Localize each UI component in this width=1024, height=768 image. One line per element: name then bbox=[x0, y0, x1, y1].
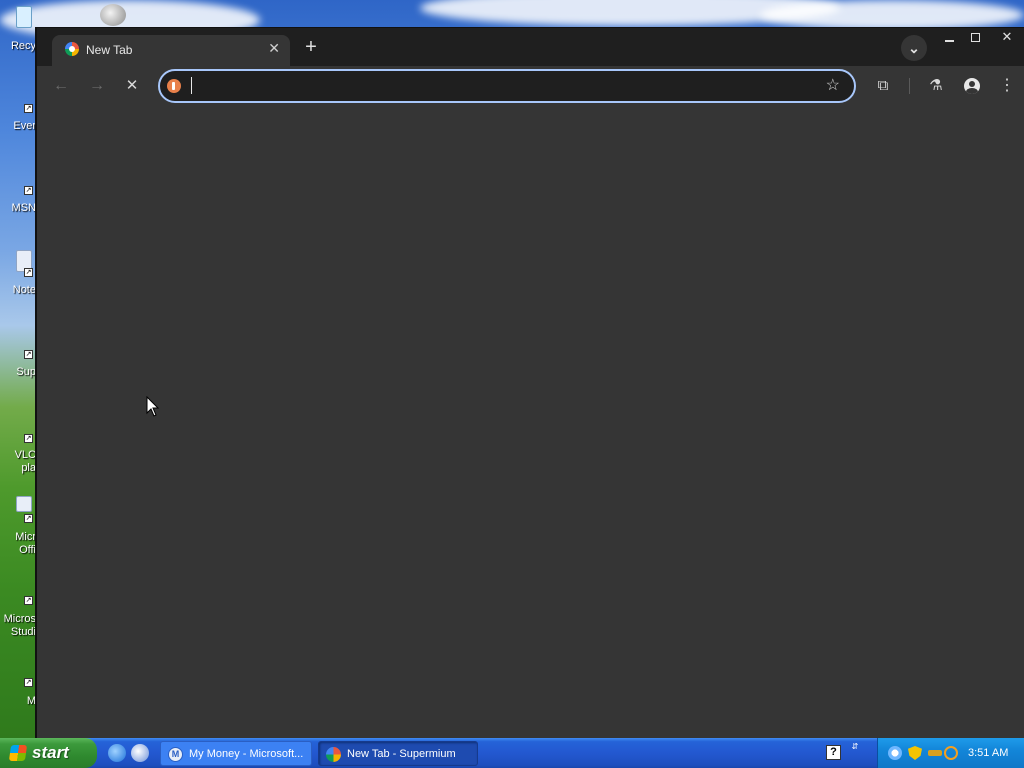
minimize-icon bbox=[944, 39, 954, 42]
desktop-icon-label: Studi bbox=[10, 626, 36, 638]
desktop-icon-label: VLC bbox=[14, 449, 36, 461]
desktop-icon-m[interactable]: ↗ M bbox=[0, 666, 36, 716]
taskbar: start M My Money - Microsoft... New Tab … bbox=[0, 738, 1024, 768]
desktop-icon-studio[interactable]: ↗ Micros Studi bbox=[0, 584, 36, 644]
browser-toolbar: ← → ✕ ☆ ⧉ ⚗ ⋮ bbox=[37, 66, 1024, 106]
quick-launch-icon[interactable] bbox=[131, 744, 149, 762]
stop-loading-button[interactable]: ✕ bbox=[120, 74, 144, 98]
desktop-icon-notepad[interactable]: ↗ Note bbox=[0, 250, 36, 300]
desktop-icon-label: Micros bbox=[3, 613, 36, 625]
back-button[interactable]: ← bbox=[49, 74, 73, 98]
desktop-icon-label: Offi bbox=[19, 544, 36, 556]
tab-close-icon[interactable]: ✕ bbox=[268, 40, 280, 56]
network-tray-icon[interactable] bbox=[888, 746, 902, 760]
chevron-down-icon: ⌄ bbox=[908, 40, 920, 56]
security-shield-icon[interactable] bbox=[908, 746, 922, 760]
forward-button[interactable]: → bbox=[85, 74, 109, 98]
tab-strip: New Tab ✕ + ⌄ ✕ bbox=[37, 28, 1024, 66]
movie-maker-icon[interactable] bbox=[100, 4, 126, 26]
taskbar-button-my-money[interactable]: M My Money - Microsoft... bbox=[160, 741, 312, 766]
profile-avatar-icon bbox=[964, 78, 980, 95]
desktop-icon-label: Recy bbox=[10, 40, 36, 52]
desktop-icon-evernote[interactable]: ↗ Ever bbox=[0, 100, 36, 140]
desktop-icon-label: pla bbox=[21, 462, 36, 474]
windows-logo-icon bbox=[8, 745, 28, 761]
desktop-icon-label: Sup bbox=[16, 366, 36, 378]
help-icon[interactable]: ? bbox=[826, 745, 841, 760]
shortcut-arrow-icon: ↗ bbox=[24, 678, 33, 687]
bookmark-star-icon[interactable]: ☆ bbox=[826, 76, 840, 96]
shortcut-arrow-icon: ↗ bbox=[24, 596, 33, 605]
labs-flask-icon[interactable]: ⚗ bbox=[924, 74, 948, 98]
shortcut-arrow-icon: ↗ bbox=[24, 434, 33, 443]
key-tray-icon[interactable] bbox=[928, 750, 942, 756]
page-content[interactable] bbox=[37, 106, 1024, 739]
desktop-icon-label: MSN bbox=[11, 202, 36, 214]
browser-window: New Tab ✕ + ⌄ ✕ ← → ✕ ☆ ⧉ ⚗ ⋮ bbox=[35, 27, 1024, 739]
maximize-button[interactable] bbox=[963, 28, 987, 48]
desktop-icon-msn[interactable]: ↗ MSN bbox=[0, 182, 36, 222]
money-app-icon: M bbox=[168, 747, 183, 762]
supermium-favicon-icon bbox=[65, 42, 79, 56]
desktop-icon-label: Note bbox=[12, 284, 36, 296]
start-button[interactable]: start bbox=[0, 738, 97, 768]
shortcut-arrow-icon: ↗ bbox=[24, 514, 33, 523]
search-tray-icon[interactable] bbox=[944, 746, 958, 760]
task-label: My Money - Microsoft... bbox=[189, 748, 304, 760]
desktop-icon-label: Micr bbox=[15, 531, 36, 543]
tab-search-button[interactable]: ⌄ bbox=[901, 35, 927, 61]
recycle-bin-icon bbox=[16, 6, 32, 28]
internet-explorer-icon[interactable] bbox=[108, 744, 126, 762]
profile-button[interactable] bbox=[960, 74, 984, 98]
system-tray: 3:51 AM bbox=[877, 738, 1024, 768]
tab-new-tab[interactable]: New Tab ✕ bbox=[52, 35, 290, 66]
start-label: start bbox=[32, 743, 69, 762]
office-icon bbox=[16, 496, 32, 512]
desktop-icon-supermium[interactable]: ↗ Sup bbox=[0, 334, 36, 384]
text-caret bbox=[191, 77, 192, 94]
site-info-icon[interactable] bbox=[167, 79, 181, 93]
address-input[interactable] bbox=[190, 75, 810, 97]
clock[interactable]: 3:51 AM bbox=[968, 738, 1008, 768]
toolbar-divider bbox=[909, 78, 910, 94]
close-window-button[interactable]: ✕ bbox=[995, 28, 1019, 48]
language-bar-icon[interactable]: ⇵ bbox=[849, 742, 861, 764]
extensions-icon[interactable]: ⧉ bbox=[871, 74, 895, 98]
address-bar[interactable]: ☆ bbox=[158, 69, 856, 103]
shortcut-arrow-icon: ↗ bbox=[24, 350, 33, 359]
taskbar-button-supermium[interactable]: New Tab - Supermium bbox=[318, 741, 478, 766]
maximize-icon bbox=[970, 33, 980, 43]
browser-menu-icon[interactable]: ⋮ bbox=[995, 74, 1019, 98]
desktop-icon-label: Ever bbox=[13, 120, 36, 132]
shortcut-arrow-icon: ↗ bbox=[24, 268, 33, 277]
desktop-icon-recycle-bin[interactable]: Recy bbox=[0, 4, 36, 54]
desktop-icon-office[interactable]: ↗ Micr Offi bbox=[0, 496, 36, 556]
minimize-button[interactable] bbox=[937, 28, 961, 48]
supermium-app-icon bbox=[326, 747, 341, 762]
desktop-icon-vlc[interactable]: ↗ VLC pla bbox=[0, 430, 36, 480]
shortcut-arrow-icon: ↗ bbox=[24, 104, 33, 113]
new-tab-button[interactable]: + bbox=[299, 36, 323, 60]
shortcut-arrow-icon: ↗ bbox=[24, 186, 33, 195]
tab-title: New Tab bbox=[86, 43, 133, 57]
mouse-cursor-icon bbox=[146, 396, 160, 417]
task-label: New Tab - Supermium bbox=[347, 748, 456, 760]
